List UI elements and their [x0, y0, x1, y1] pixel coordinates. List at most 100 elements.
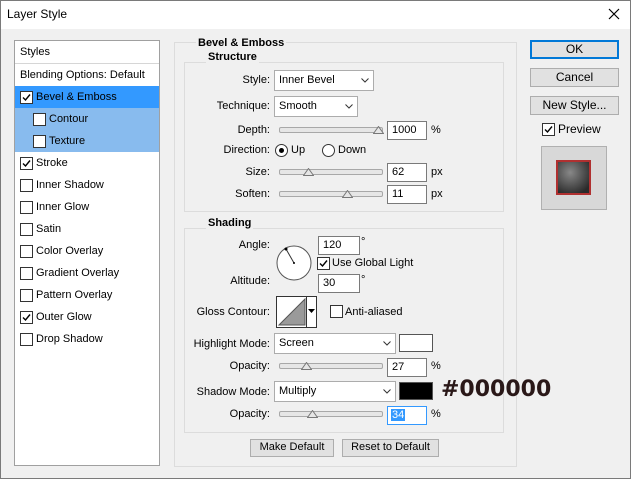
gloss-contour-dropdown[interactable] — [306, 296, 317, 328]
shadow-opacity-slider[interactable] — [279, 411, 383, 417]
layer-style-dialog: Layer Style Styles Blending Options: Def… — [0, 0, 631, 479]
soften-label: Soften: — [235, 188, 270, 200]
use-global-light-checkbox[interactable] — [317, 257, 330, 270]
angle-dial[interactable] — [276, 245, 312, 281]
highlight-opacity-slider-thumb[interactable] — [301, 362, 312, 370]
checkbox[interactable] — [20, 245, 33, 258]
checkbox[interactable] — [20, 223, 33, 236]
direction-up-radio[interactable] — [275, 144, 288, 157]
highlight-opacity-value: 27 — [392, 361, 405, 373]
style-item-inner-shadow[interactable]: Inner Shadow — [15, 174, 159, 196]
style-item-label: Texture — [49, 135, 86, 147]
depth-unit: % — [431, 124, 441, 136]
checkbox[interactable] — [20, 157, 33, 170]
check-icon — [544, 126, 553, 134]
shadow-opacity-value: 34 — [391, 409, 406, 421]
depth-input[interactable]: 1000 — [387, 121, 427, 140]
size-slider-thumb[interactable] — [303, 168, 314, 176]
anti-aliased-checkbox[interactable] — [330, 305, 343, 318]
style-item-label: Inner Glow — [36, 201, 90, 213]
soften-input[interactable]: 11 — [387, 185, 427, 204]
direction-down-label: Down — [338, 144, 367, 156]
highlight-opacity-unit: % — [431, 360, 441, 372]
style-preview-thumbnail — [541, 146, 607, 210]
angle-label: Angle: — [238, 239, 270, 251]
style-item-drop-shadow[interactable]: Drop Shadow — [15, 328, 159, 350]
style-item-bevel-emboss[interactable]: Bevel & Emboss — [15, 86, 159, 108]
shadow-color-swatch[interactable] — [399, 382, 433, 400]
structure-heading: Structure — [206, 51, 259, 63]
checkbox[interactable] — [33, 113, 46, 126]
angle-input[interactable]: 120 — [318, 236, 360, 255]
styles-header-label: Styles — [20, 46, 50, 58]
style-item-pattern-overlay[interactable]: Pattern Overlay — [15, 284, 159, 306]
highlight-mode-value: Screen — [279, 337, 314, 349]
checkbox[interactable] — [20, 179, 33, 192]
shadow-color-hex: #000000 — [441, 377, 552, 402]
window-title: Layer Style — [7, 7, 68, 21]
blending-options-label: Blending Options: Default — [20, 69, 145, 81]
new-style-button[interactable]: New Style... — [530, 96, 619, 115]
close-icon[interactable] — [606, 6, 622, 22]
style-item-stroke[interactable]: Stroke — [15, 152, 159, 174]
anti-aliased-label: Anti-aliased — [345, 306, 403, 318]
bevel-emboss-heading: Bevel & Emboss — [196, 37, 287, 49]
preview-checkbox[interactable] — [542, 123, 555, 136]
gloss-contour-label: Gloss Contour: — [196, 306, 270, 318]
styles-header[interactable]: Styles — [15, 41, 159, 64]
style-item-label: Drop Shadow — [36, 333, 103, 345]
highlight-color-swatch[interactable] — [399, 334, 433, 352]
style-item-label: Inner Shadow — [36, 179, 104, 191]
style-item-label: Contour — [49, 113, 89, 125]
chevron-down-icon — [345, 104, 353, 109]
direction-label: Direction: — [223, 144, 270, 156]
style-dropdown[interactable]: Inner Bevel — [274, 70, 374, 91]
soften-slider-thumb[interactable] — [342, 190, 353, 198]
reset-to-default-button[interactable]: Reset to Default — [342, 439, 439, 457]
style-item-label: Bevel & Emboss — [36, 91, 117, 103]
chevron-down-icon — [383, 341, 391, 346]
shadow-mode-dropdown[interactable]: Multiply — [274, 381, 396, 402]
checkbox[interactable] — [20, 267, 33, 280]
direction-down-radio[interactable] — [322, 144, 335, 157]
style-item-gradient-overlay[interactable]: Gradient Overlay — [15, 262, 159, 284]
style-item-label: Satin — [36, 223, 62, 235]
checkbox[interactable] — [20, 311, 33, 324]
shadow-opacity-input[interactable]: 34 — [387, 406, 427, 425]
cancel-button[interactable]: Cancel — [530, 68, 619, 87]
checkbox[interactable] — [33, 135, 46, 148]
style-item-texture[interactable]: Texture — [15, 130, 159, 152]
ok-button[interactable]: OK — [530, 40, 619, 59]
preview-label: Preview — [558, 122, 601, 136]
blending-options-item[interactable]: Blending Options: Default — [15, 64, 159, 86]
style-item-inner-glow[interactable]: Inner Glow — [15, 196, 159, 218]
make-default-button[interactable]: Make Default — [250, 439, 334, 457]
angle-unit: ° — [361, 236, 366, 248]
style-item-satin[interactable]: Satin — [15, 218, 159, 240]
checkbox[interactable] — [20, 91, 33, 104]
size-input[interactable]: 62 — [387, 163, 427, 182]
style-item-outer-glow[interactable]: Outer Glow — [15, 306, 159, 328]
checkbox[interactable] — [20, 333, 33, 346]
highlight-opacity-slider[interactable] — [279, 363, 383, 369]
technique-value: Smooth — [279, 100, 317, 112]
depth-slider-thumb[interactable] — [373, 126, 384, 134]
style-item-color-overlay[interactable]: Color Overlay — [15, 240, 159, 262]
size-slider[interactable] — [279, 169, 383, 175]
altitude-input[interactable]: 30 — [318, 274, 360, 293]
highlight-opacity-input[interactable]: 27 — [387, 358, 427, 377]
highlight-mode-dropdown[interactable]: Screen — [274, 333, 396, 354]
shadow-opacity-label: Opacity: — [229, 408, 270, 420]
use-global-light-label: Use Global Light — [332, 257, 414, 269]
depth-slider[interactable] — [279, 127, 383, 133]
shadow-opacity-slider-thumb[interactable] — [307, 410, 318, 418]
soften-slider[interactable] — [279, 191, 383, 197]
gloss-contour-preview[interactable] — [276, 296, 308, 328]
depth-value: 1000 — [392, 124, 417, 136]
checkbox[interactable] — [20, 289, 33, 302]
highlight-mode-label: Highlight Mode: — [193, 338, 270, 350]
altitude-label: Altitude: — [230, 275, 270, 287]
technique-dropdown[interactable]: Smooth — [274, 96, 358, 117]
style-item-contour[interactable]: Contour — [15, 108, 159, 130]
checkbox[interactable] — [20, 201, 33, 214]
